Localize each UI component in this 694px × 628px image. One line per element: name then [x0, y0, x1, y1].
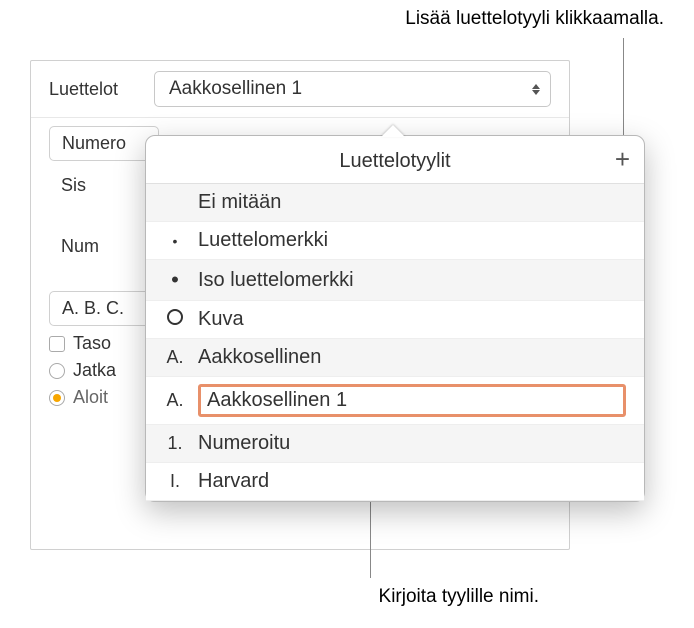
list-style-dropdown[interactable]: Aakkosellinen 1 [154, 71, 551, 107]
lists-row: Luettelot Aakkosellinen 1 [31, 61, 569, 118]
radio-icon[interactable] [49, 363, 65, 379]
style-item[interactable]: I. Harvard [146, 463, 644, 501]
style-name-input[interactable] [198, 384, 626, 417]
style-list: Ei mitään Luettelomerkki Iso luettelomerkk… [146, 184, 644, 501]
style-item-label: Luettelomerkki [198, 229, 328, 252]
list-styles-popover: Luettelotyylit + Ei mitään Luettelomerkki… [145, 135, 645, 502]
callout-name-style: Kirjoita tyylille nimi. [379, 586, 539, 608]
popover-title: Luettelotyylit [339, 150, 450, 173]
radio-icon[interactable] [49, 390, 65, 406]
add-style-button[interactable]: + [615, 146, 630, 172]
style-item[interactable]: 1. Numeroitu [146, 425, 644, 463]
style-marker-icon [164, 267, 186, 293]
style-marker-icon: I. [164, 471, 186, 492]
style-item-label: Ei mitään [198, 191, 281, 214]
lists-label: Luettelot [49, 79, 154, 100]
style-item-label: Harvard [198, 470, 269, 493]
continue-label: Jatka [73, 360, 116, 381]
numbering-field[interactable]: Numero [49, 126, 159, 161]
popover-header: Luettelotyylit + [146, 136, 644, 184]
style-item[interactable]: A. Aakkosellinen [146, 339, 644, 377]
style-item[interactable]: A. [146, 377, 644, 425]
style-marker-icon [164, 230, 186, 251]
style-item[interactable]: Luettelomerkki [146, 222, 644, 260]
style-item[interactable]: Ei mitään [146, 184, 644, 222]
checkbox-icon[interactable] [49, 336, 65, 352]
style-item-label: Aakkosellinen [198, 346, 321, 369]
callout-add-style: Lisää luettelotyyli klikkaamalla. [405, 8, 664, 30]
style-item-label: Kuva [198, 308, 244, 331]
dropdown-value: Aakkosellinen 1 [169, 78, 302, 100]
style-marker-icon [164, 309, 186, 330]
level-label: Taso [73, 333, 111, 354]
style-marker-icon: A. [164, 347, 186, 368]
example-format[interactable]: A. B. C. [49, 291, 159, 326]
chevron-updown-icon [532, 84, 540, 95]
style-item-label: Numeroitu [198, 432, 290, 455]
style-marker-icon: A. [164, 390, 186, 411]
start-label: Aloit [73, 387, 108, 408]
style-item[interactable]: Iso luettelomerkki [146, 260, 644, 301]
style-item[interactable]: Kuva [146, 301, 644, 339]
style-item-label: Iso luettelomerkki [198, 269, 354, 292]
style-marker-icon: 1. [164, 433, 186, 454]
